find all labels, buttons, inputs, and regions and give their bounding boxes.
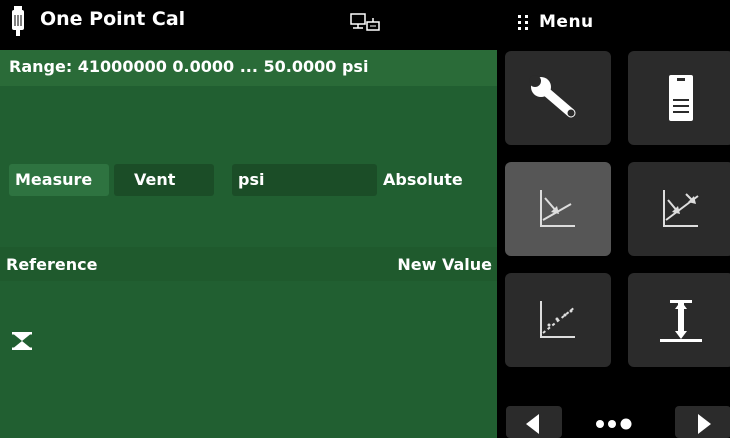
- mode-label[interactable]: Absolute: [383, 170, 463, 189]
- one-point-cal-tile[interactable]: [505, 162, 611, 256]
- unit-label: psi: [238, 170, 265, 189]
- page-title: One Point Cal: [40, 8, 186, 30]
- grid-dots-icon[interactable]: [517, 14, 529, 32]
- range-text: Range: 41000000 0.0000 ... 50.0000 psi: [9, 57, 369, 76]
- previous-page-button[interactable]: [506, 406, 562, 438]
- linearization-cal-tile[interactable]: [505, 273, 611, 367]
- range-bar: Range: 41000000 0.0000 ... 50.0000 psi: [0, 50, 497, 86]
- wrench-icon: [529, 75, 576, 118]
- measure-label: Measure: [15, 170, 93, 189]
- document-icon: [669, 75, 693, 121]
- page-indicator: [596, 418, 632, 430]
- measure-button[interactable]: Measure: [9, 164, 109, 196]
- unit-selector[interactable]: psi: [232, 164, 377, 196]
- calibration-panel: Range: 41000000 0.0000 ... 50.0000 psi M…: [0, 50, 497, 438]
- two-point-cal-icon: [663, 190, 699, 227]
- settings-tile[interactable]: [505, 51, 611, 145]
- vent-button[interactable]: Vent: [114, 164, 214, 196]
- span-adjust-icon: [660, 300, 702, 342]
- two-point-cal-tile[interactable]: [628, 162, 730, 256]
- hourglass-icon: [12, 332, 32, 350]
- menu-label[interactable]: Menu: [539, 12, 594, 32]
- linearization-cal-icon: [540, 301, 576, 338]
- vent-label: Vent: [134, 170, 176, 189]
- chevron-right-icon: [698, 414, 711, 434]
- span-adjust-tile[interactable]: [628, 273, 730, 367]
- new-value-label: New Value: [397, 255, 492, 274]
- one-point-cal-icon: [540, 190, 575, 227]
- reference-bar: Reference New Value: [0, 247, 497, 281]
- remote-connection-icon[interactable]: [349, 12, 383, 34]
- top-bar: One Point Cal Menu: [0, 0, 730, 44]
- next-page-button[interactable]: [675, 406, 730, 438]
- pressure-gauge-icon: [12, 6, 24, 36]
- reference-label: Reference: [6, 255, 98, 274]
- document-tile[interactable]: [628, 51, 730, 145]
- chevron-left-icon: [526, 414, 539, 434]
